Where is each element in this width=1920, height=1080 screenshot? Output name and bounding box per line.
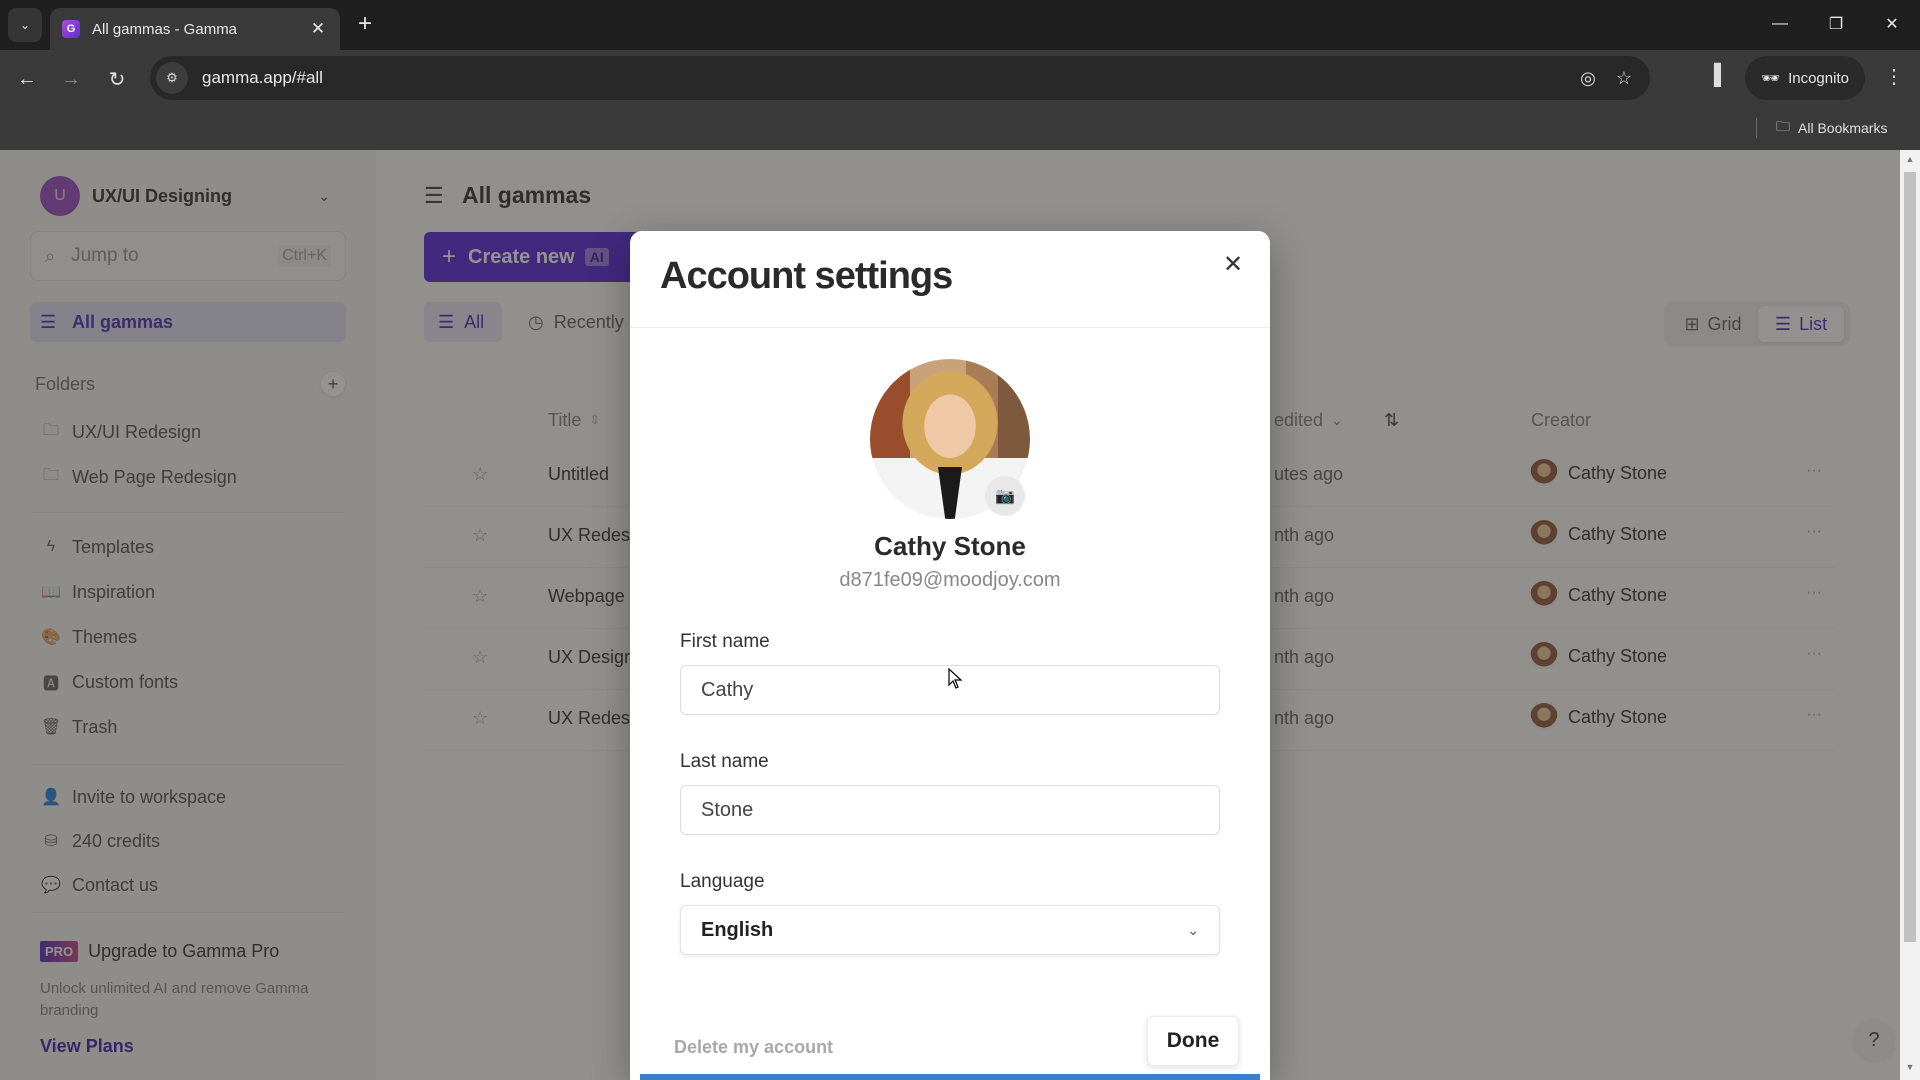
- profile-photo-detail: [938, 467, 962, 519]
- site-info-icon[interactable]: ⚙: [156, 62, 188, 94]
- scroll-up-icon[interactable]: ▲: [1904, 154, 1916, 166]
- bookmarks-bar: 🗀 All Bookmarks: [0, 108, 1920, 150]
- last-name-label: Last name: [680, 751, 769, 772]
- folder-icon: 🗀: [1776, 118, 1790, 134]
- delete-account-link[interactable]: Delete my account: [674, 1037, 833, 1058]
- close-icon[interactable]: ✕: [1218, 249, 1248, 279]
- all-bookmarks-label: All Bookmarks: [1798, 120, 1888, 136]
- profile-email: d871fe09@moodjoy.com: [839, 569, 1061, 591]
- browser-toolbar: ← → ↻ ⚙ gamma.app/#all ◎ ☆ ▐ 🕶 Incognito…: [0, 50, 1920, 108]
- tab-search-button[interactable]: ⌄: [8, 8, 42, 42]
- back-button[interactable]: ←: [12, 64, 42, 94]
- incognito-badge[interactable]: 🕶 Incognito: [1745, 56, 1865, 100]
- page-scrollbar[interactable]: ▲ ▼: [1900, 150, 1920, 1080]
- camera-icon[interactable]: 📷: [985, 476, 1025, 516]
- bookmark-star-icon[interactable]: ☆: [1606, 68, 1642, 89]
- modal-divider: [630, 327, 1270, 328]
- restore-button[interactable]: ❐: [1808, 0, 1864, 48]
- incognito-label: Incognito: [1788, 69, 1849, 87]
- reload-button[interactable]: ↻: [102, 64, 132, 94]
- modal-bottom-bar: [640, 1074, 1260, 1080]
- done-button[interactable]: Done: [1147, 1016, 1239, 1066]
- address-bar[interactable]: ⚙ gamma.app/#all ◎ ☆: [150, 56, 1650, 100]
- tab-title: All gammas - Gamma: [92, 20, 238, 38]
- new-tab-button[interactable]: +: [352, 11, 378, 37]
- incognito-icon: 🕶: [1761, 70, 1781, 87]
- minimize-button[interactable]: —: [1752, 0, 1808, 48]
- scrollbar-thumb[interactable]: [1904, 172, 1916, 942]
- tab-close-icon[interactable]: ✕: [308, 19, 328, 39]
- forward-button[interactable]: →: [56, 64, 86, 94]
- chevron-down-icon: ⌄: [1187, 921, 1199, 938]
- browser-menu-icon[interactable]: ⋮: [1880, 64, 1908, 94]
- tab-strip: ⌄ G All gammas - Gamma ✕ + — ❐ ✕: [0, 0, 1920, 50]
- profile-name: Cathy Stone: [874, 531, 1026, 561]
- side-panel-icon[interactable]: ▐: [1700, 64, 1728, 92]
- modal-title: Account settings: [660, 255, 953, 297]
- close-window-button[interactable]: ✕: [1864, 0, 1920, 48]
- bookmarks-divider: [1756, 118, 1757, 138]
- last-name-field[interactable]: [680, 785, 1220, 835]
- eye-off-icon[interactable]: ◎: [1570, 68, 1606, 89]
- all-bookmarks-button[interactable]: 🗀 All Bookmarks: [1776, 116, 1887, 140]
- gamma-favicon-icon: G: [62, 20, 80, 38]
- scroll-down-icon[interactable]: ▼: [1904, 1062, 1916, 1074]
- account-settings-modal: Account settings ✕ 📷 Cathy Stone d871fe0…: [630, 231, 1270, 1080]
- window-controls: — ❐ ✕: [1752, 0, 1920, 50]
- language-value: English: [701, 918, 774, 941]
- url-text[interactable]: gamma.app/#all: [202, 68, 1570, 88]
- language-label: Language: [680, 871, 765, 892]
- browser-tab[interactable]: G All gammas - Gamma ✕: [50, 8, 340, 50]
- language-select[interactable]: English ⌄: [680, 905, 1220, 955]
- first-name-label: First name: [680, 631, 770, 652]
